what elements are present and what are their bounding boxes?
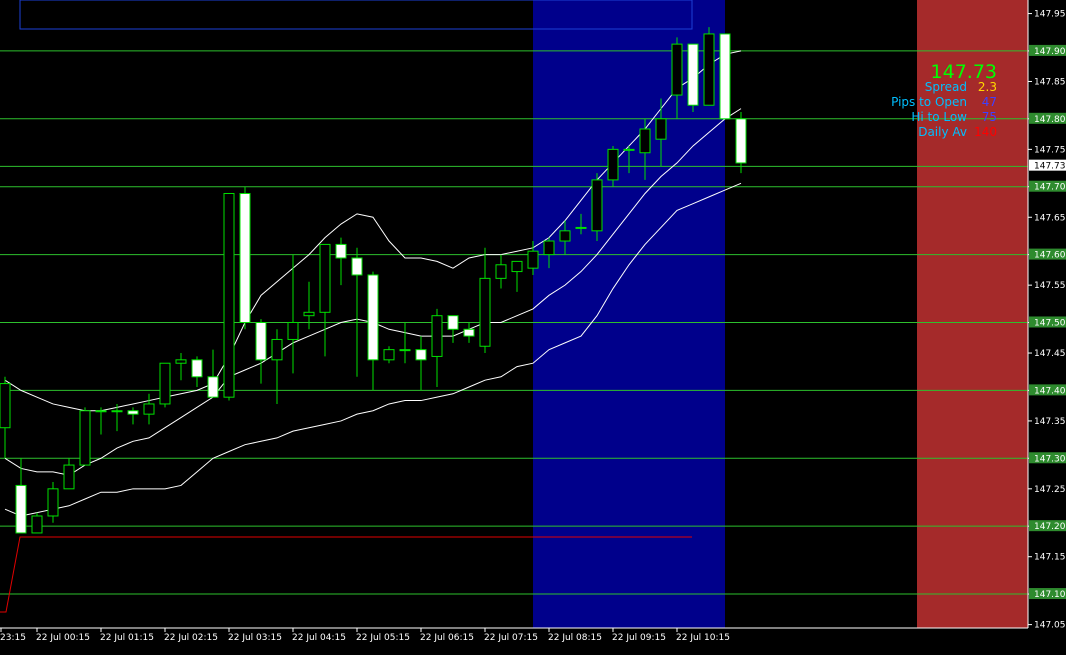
- candle[interactable]: [239, 186, 251, 330]
- candle-body: [351, 257, 363, 276]
- time-tick-label: 22 Jul 10:15: [676, 633, 730, 643]
- candle-body: [703, 33, 715, 106]
- price-tick-label: 147.655: [1034, 213, 1066, 223]
- time-tick-label: 22 Jul 05:15: [356, 633, 410, 643]
- candle-body: [223, 192, 235, 398]
- time-tick-label: 22 Jul 08:15: [548, 633, 602, 643]
- current-price-label: 147.731: [1034, 162, 1066, 172]
- candle-body: [399, 349, 411, 352]
- candle-body: [191, 359, 203, 378]
- info-row-label: Pips to Open: [891, 95, 967, 109]
- candle-body: [31, 515, 43, 534]
- info-row-label: Daily Av: [918, 125, 967, 139]
- price-tick-label: 147.055: [1034, 621, 1066, 631]
- candle[interactable]: [223, 192, 235, 401]
- price-tick-label: 147.555: [1034, 281, 1066, 291]
- level-label: 147.100: [1034, 590, 1066, 600]
- time-tick-label: 22 Jul 02:15: [164, 633, 218, 643]
- candle-body: [47, 488, 59, 517]
- candle-body: [415, 349, 427, 361]
- candle[interactable]: [31, 512, 43, 534]
- candle-body: [271, 338, 283, 361]
- candle[interactable]: [719, 33, 731, 120]
- time-tick-label: 22 Jul 09:15: [612, 633, 666, 643]
- candle[interactable]: [703, 27, 715, 106]
- price-tick-label: 147.355: [1034, 417, 1066, 427]
- price-chart[interactable]: 147.955 147.900 147.855 147.800 147.755 147.7…: [0, 0, 1066, 651]
- candle-body: [15, 484, 27, 534]
- time-tick-label: 22 Jul 06:15: [420, 633, 474, 643]
- time-tick-label: 23:15: [0, 633, 26, 643]
- info-row-value: 75: [982, 110, 997, 124]
- candle-body: [543, 240, 555, 256]
- level-label: 147.300: [1034, 454, 1066, 464]
- candle-body: [671, 43, 683, 96]
- price-tick-label: 147.755: [1034, 145, 1066, 155]
- price-tick-label: 147.855: [1034, 77, 1066, 87]
- candle-body: [207, 376, 219, 398]
- candlestick-chart-svg[interactable]: 147.955 147.900 147.855 147.800 147.755 147.7…: [0, 0, 1066, 651]
- info-row-value: 47: [982, 95, 997, 109]
- level-label: 147.900: [1034, 47, 1066, 57]
- candle-body: [607, 148, 619, 181]
- candle-body: [479, 277, 491, 347]
- candle-body: [655, 118, 667, 140]
- candle-body: [127, 410, 139, 415]
- candle-body: [175, 359, 187, 364]
- time-tick-label: 22 Jul 00:15: [36, 633, 90, 643]
- candle[interactable]: [159, 362, 171, 408]
- candle-body: [447, 315, 459, 330]
- price-tick-label: 147.455: [1034, 349, 1066, 359]
- candle-body: [111, 410, 123, 413]
- level-label: 147.600: [1034, 251, 1066, 261]
- candle[interactable]: [687, 43, 699, 113]
- candle-body: [591, 179, 603, 232]
- candle-body: [255, 321, 267, 361]
- candle-body: [687, 43, 699, 106]
- candle[interactable]: [591, 173, 603, 242]
- candle-body: [719, 33, 731, 120]
- candle-body: [335, 243, 347, 259]
- candle-body: [79, 410, 91, 466]
- candle-body: [383, 349, 395, 361]
- info-row-value: 140: [974, 125, 997, 139]
- candle-body: [239, 192, 251, 323]
- candle-body: [95, 410, 107, 413]
- info-row-value: 2.3: [978, 80, 997, 94]
- candle-body: [527, 250, 539, 269]
- candle-body: [511, 260, 523, 273]
- level-label: 147.800: [1034, 115, 1066, 125]
- candle-body: [319, 243, 331, 313]
- candle-body: [303, 311, 315, 317]
- level-label: 147.500: [1034, 318, 1066, 328]
- level-label: 147.200: [1034, 522, 1066, 532]
- candle-body: [63, 464, 75, 490]
- candle-body: [463, 328, 475, 337]
- price-tick-label: 147.155: [1034, 553, 1066, 563]
- time-tick-label: 22 Jul 07:15: [484, 633, 538, 643]
- level-label: 147.700: [1034, 183, 1066, 193]
- price-tick-label: 147.955: [1034, 10, 1066, 20]
- candle-body: [367, 274, 379, 361]
- candle-body: [495, 264, 507, 279]
- candle[interactable]: [79, 407, 91, 466]
- level-label: 147.400: [1034, 386, 1066, 396]
- time-tick-label: 22 Jul 04:15: [292, 633, 346, 643]
- candle-body: [559, 230, 571, 242]
- candle-body: [287, 321, 299, 340]
- info-row-label: Spread: [925, 80, 967, 94]
- price-tick-label: 147.255: [1034, 485, 1066, 495]
- candle-body: [639, 128, 651, 154]
- time-tick-label: 22 Jul 01:15: [100, 633, 154, 643]
- candle-body: [159, 362, 171, 405]
- candle-body: [0, 383, 11, 429]
- candle-body: [623, 148, 635, 151]
- candle-body: [143, 403, 155, 415]
- candle-body: [575, 226, 587, 229]
- time-tick-label: 22 Jul 03:15: [228, 633, 282, 643]
- candle-body: [431, 315, 443, 357]
- info-row-label: Hi to Low: [911, 110, 967, 124]
- candle-body: [735, 118, 747, 164]
